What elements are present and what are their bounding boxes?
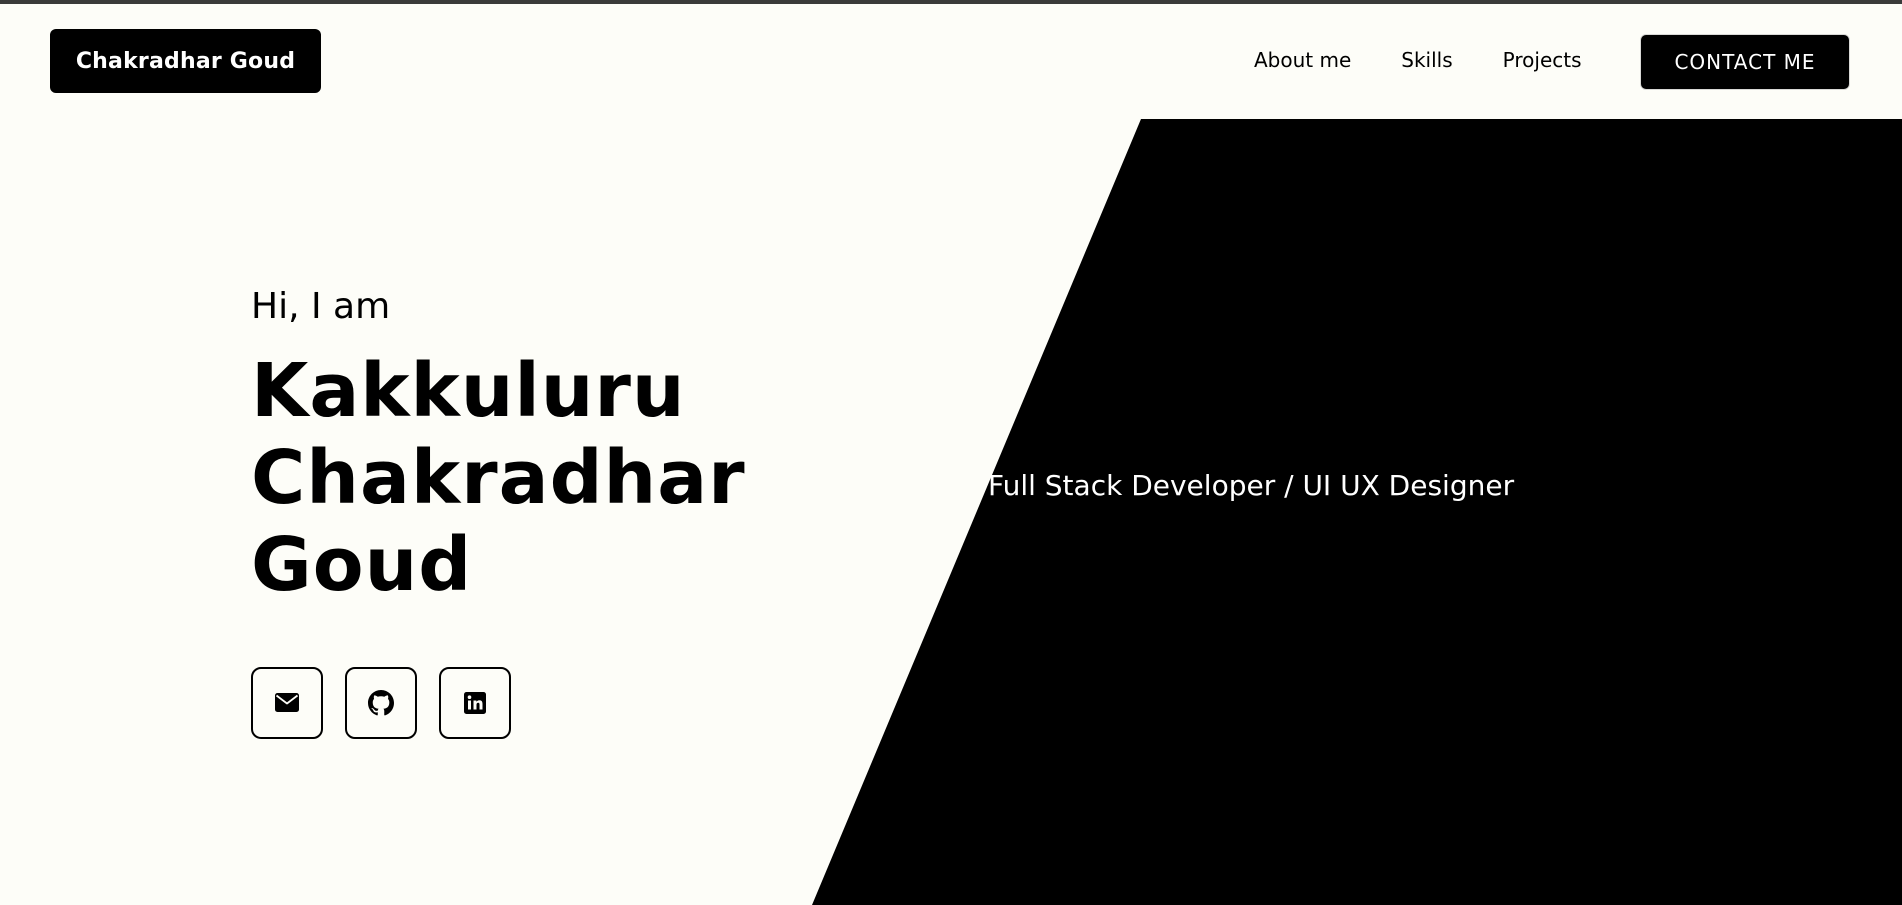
linkedin-button[interactable] [439, 667, 511, 739]
hero-name-line-1: Kakkuluru [251, 348, 686, 434]
page: Chakradhar Goud About me Skills Projects… [0, 4, 1902, 905]
main-nav: About me Skills Projects [1254, 46, 1582, 74]
linkedin-icon [464, 692, 486, 714]
hero-tagline: Full Stack Developer / UI UX Designer [988, 469, 1515, 502]
contact-me-button[interactable]: CONTACT ME [1640, 34, 1850, 90]
nav-skills-link[interactable]: Skills [1401, 46, 1452, 74]
envelope-icon [275, 693, 299, 712]
brand-logo[interactable]: Chakradhar Goud [50, 29, 321, 93]
github-icon [368, 690, 394, 716]
email-button[interactable] [251, 667, 323, 739]
hero-name-line-3: Goud [251, 522, 473, 608]
hero-intro: Hi, I am Kakkuluru Chakradhar Goud [251, 286, 811, 609]
hero-greeting: Hi, I am [251, 286, 391, 327]
social-links [251, 667, 533, 739]
github-button[interactable] [345, 667, 417, 739]
nav-about-link[interactable]: About me [1254, 46, 1351, 74]
hero-name: Kakkuluru Chakradhar Goud [251, 348, 811, 609]
brand-label: Chakradhar Goud [75, 48, 296, 74]
nav-projects-link[interactable]: Projects [1503, 46, 1582, 74]
hero-name-line-2: Chakradhar [251, 435, 746, 521]
